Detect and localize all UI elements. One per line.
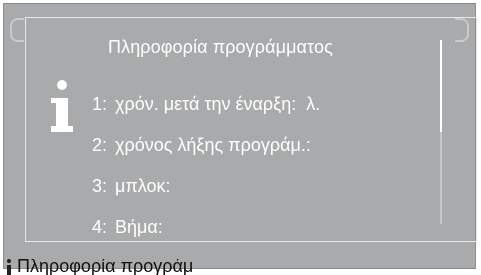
item-number: 3:: [92, 176, 108, 196]
footer-label: Πληροφορία προγράμ: [17, 259, 194, 275]
list-item[interactable]: 1: χρόν. μετά την έναρξη: λ.: [92, 94, 452, 135]
list-item[interactable]: 3: μπλοκ:: [92, 176, 452, 217]
dialog-title: Πληροφορία προγράμματος: [108, 37, 333, 57]
item-number: 2:: [92, 135, 108, 155]
item-number: 4:: [92, 217, 108, 237]
item-number: 1:: [92, 94, 108, 114]
info-list: 1: χρόν. μετά την έναρξη: λ. 2: χρόνος λήξη…: [92, 94, 452, 258]
item-label: Βήμα:: [115, 217, 163, 237]
item-label: χρόνος λήξης προγράμ.:: [115, 135, 311, 155]
info-icon: [51, 80, 73, 140]
scrollbar-thumb[interactable]: [440, 40, 442, 132]
program-info-dialog: Πληροφορία προγράμματος 1: χρόν. μετά την…: [25, 17, 477, 242]
display-frame: Πληροφορία προγράμματος 1: χρόν. μετά την…: [0, 0, 481, 275]
display-screen: Πληροφορία προγράμματος 1: χρόν. μετά την…: [3, 3, 477, 269]
list-item[interactable]: 4: Βήμα:: [92, 217, 452, 258]
info-small-icon: [5, 259, 13, 275]
footer-bar: Πληροφορία προγράμ: [0, 259, 481, 275]
item-label: μπλοκ:: [115, 176, 171, 196]
back-arrow-ghost-icon: [10, 18, 24, 42]
list-item[interactable]: 2: χρόνος λήξης προγράμ.:: [92, 135, 452, 176]
item-value: λ.: [306, 94, 321, 114]
item-label: χρόν. μετά την έναρξη:: [115, 94, 297, 114]
